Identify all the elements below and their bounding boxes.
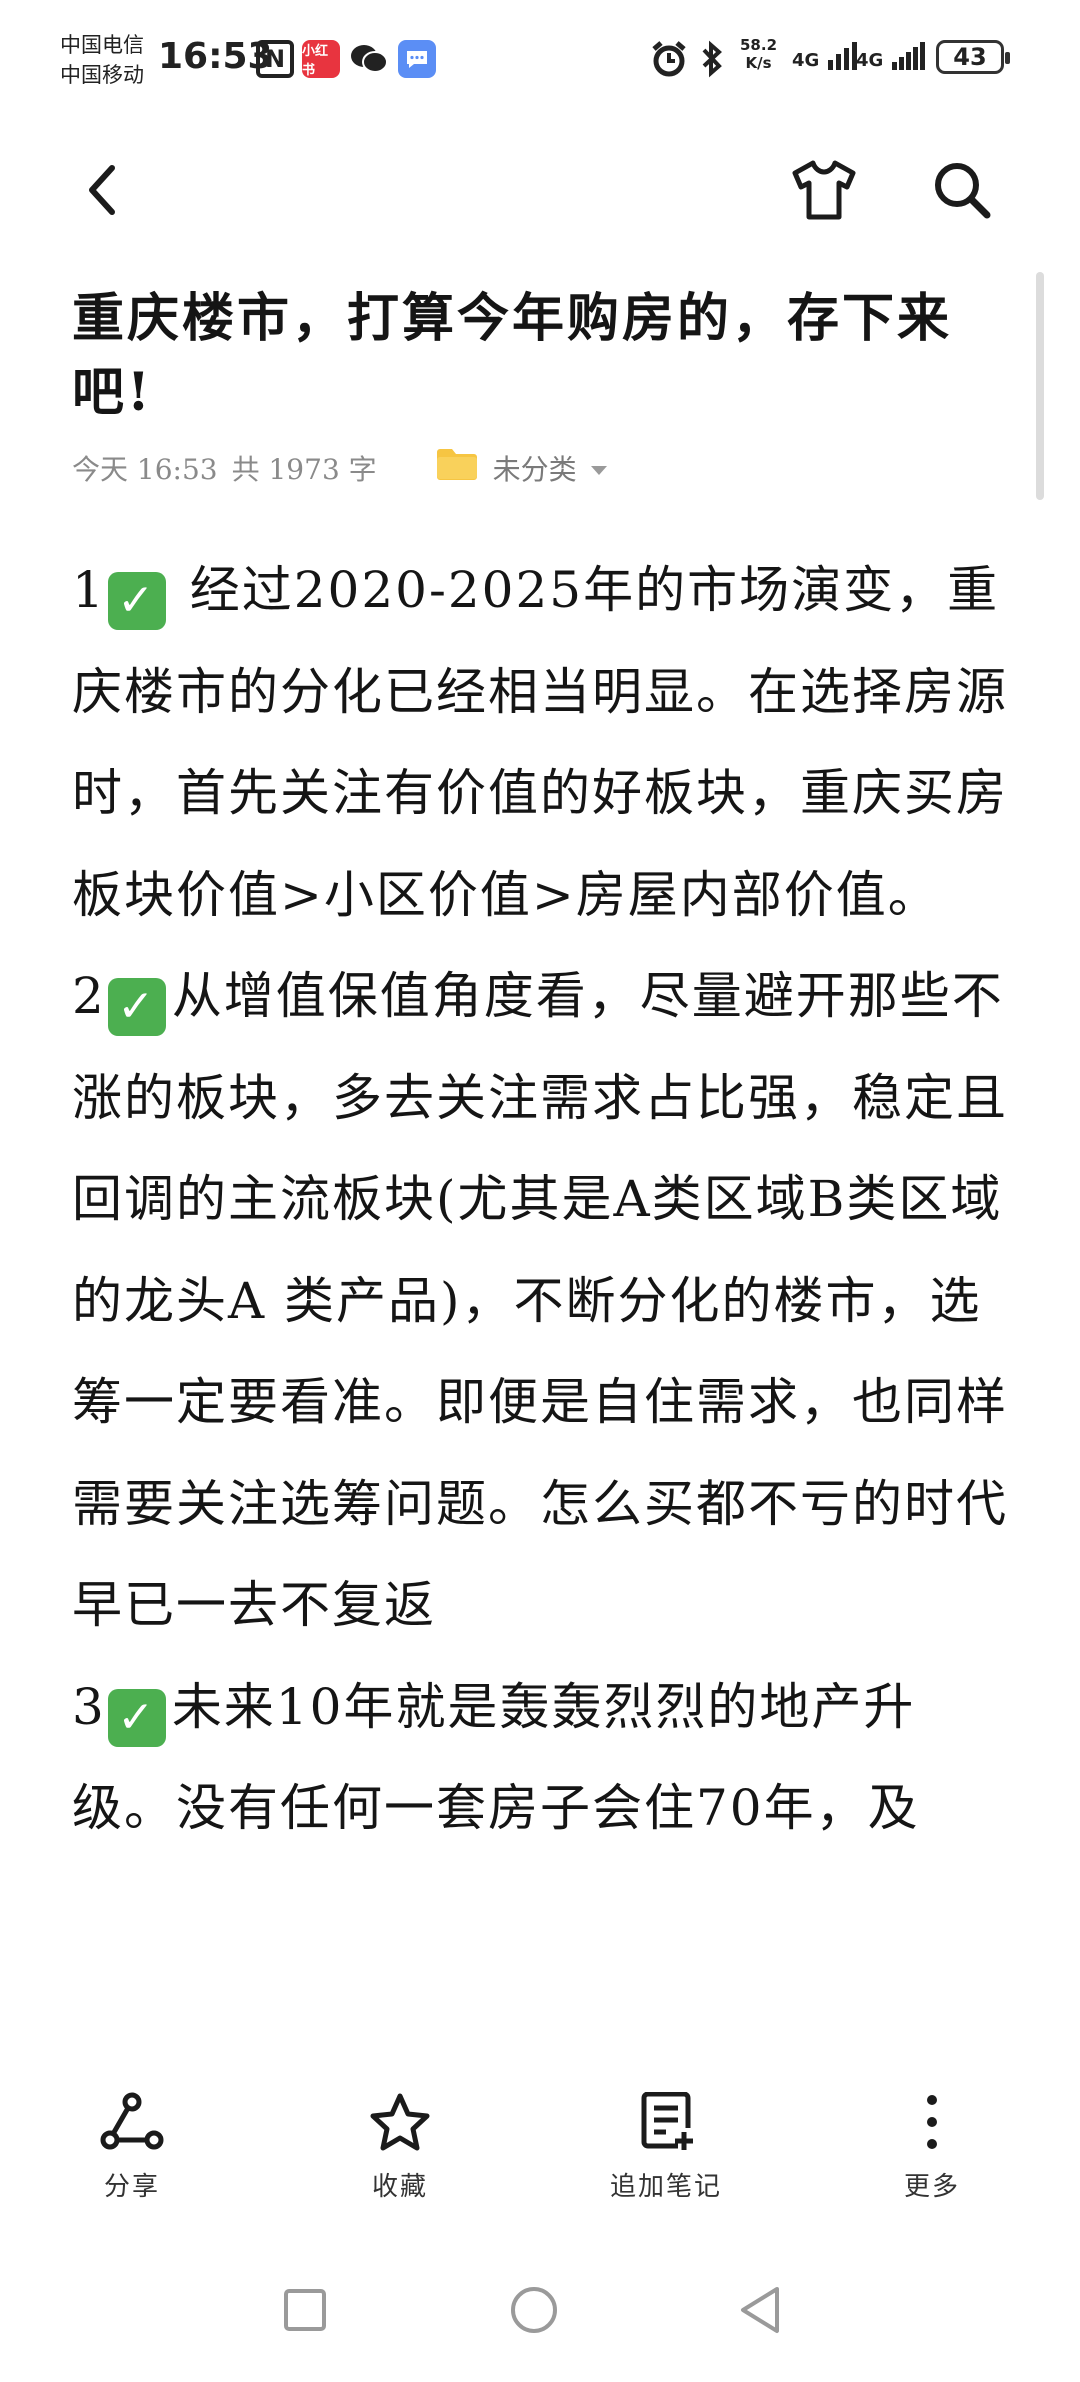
xiaohongshu-icon: 小红书: [302, 40, 340, 78]
battery-indicator: 43: [936, 40, 1010, 74]
bottom-action-bar: 分享 收藏 追加笔记 更多: [0, 2070, 1080, 2230]
category-selector[interactable]: 未分类: [493, 448, 577, 488]
favorite-button[interactable]: 收藏: [300, 2070, 500, 2230]
circle-icon: [511, 2287, 557, 2333]
search-button[interactable]: [912, 140, 1012, 240]
append-note-button[interactable]: 追加笔记: [566, 2070, 766, 2230]
share-button[interactable]: 分享: [32, 2070, 232, 2230]
folder-icon: [435, 446, 479, 489]
recents-button[interactable]: [265, 2270, 345, 2350]
more-vertical-icon: [927, 2095, 937, 2149]
word-count: 共 1973 字: [231, 452, 377, 486]
carrier-info: 中国电信 中国移动: [60, 30, 144, 90]
check-mark-icon: ✓: [107, 978, 166, 1036]
note-add-icon: [641, 2092, 693, 2150]
caret-down-icon[interactable]: [589, 451, 609, 484]
alarm-icon: [650, 40, 688, 82]
signal-1: 4G: [792, 40, 860, 71]
bluetooth-icon: [700, 40, 724, 82]
share-icon: [100, 2092, 164, 2150]
check-mark-icon: ✓: [107, 1688, 166, 1747]
system-navigation-bar: [0, 2270, 1080, 2382]
scrollbar[interactable]: [1036, 272, 1044, 500]
back-nav-button[interactable]: [720, 2270, 800, 2350]
note-title: 重庆楼市，打算今年购房的，存下来吧!: [72, 288, 953, 423]
favorite-label: 收藏: [371, 2172, 428, 2202]
note-body[interactable]: 1 ✓ 经过2020-2025年的市场演变，重庆楼市的分化已经相当明显。在选择房源…: [72, 540, 1012, 2040]
chevron-left-icon: [89, 165, 115, 215]
search-icon: [935, 163, 991, 219]
share-label: 分享: [103, 2172, 160, 2202]
signal-2: 4G: [856, 40, 930, 71]
carrier-2: 中国移动: [60, 63, 144, 87]
note-date: 今天 16:53: [72, 452, 218, 486]
square-icon: [284, 2289, 326, 2331]
note-meta: 今天 16:53 共 1973 字 未分类: [72, 446, 609, 489]
top-bar: [0, 140, 1080, 240]
more-button[interactable]: 更多: [832, 2070, 1032, 2230]
home-button[interactable]: [494, 2270, 574, 2350]
paragraph-2: 2 ✓ 从增值保值角度看，尽量避开那些不涨的板块，多去关注需求占比强，稳定且回调的主…: [72, 967, 1008, 1634]
message-icon: [398, 40, 436, 78]
triangle-back-icon: [741, 2287, 779, 2333]
status-bar: 中国电信 中国移动 16:53 N 小红书 58.2 K/s 4G 4G 43: [0, 0, 1080, 120]
more-label: 更多: [903, 2172, 960, 2202]
check-mark-icon: ✓: [107, 572, 166, 630]
append-note-label: 追加笔记: [609, 2172, 722, 2202]
back-button[interactable]: [52, 140, 152, 240]
star-icon: [370, 2093, 430, 2151]
paragraph-1: 1 ✓ 经过2020-2025年的市场演变，重庆楼市的分化已经相当明显。在选择房源…: [72, 561, 1008, 924]
nfc-icon: N: [256, 40, 294, 78]
wechat-icon: [350, 40, 388, 78]
paragraph-3: 3 ✓ 未来10年就是轰轰烈烈的地产升级。没有任何一套房子会住70年，及: [72, 1677, 920, 1838]
tshirt-icon: [792, 160, 856, 220]
theme-button[interactable]: [774, 140, 874, 240]
carrier-1: 中国电信: [60, 33, 144, 57]
network-speed: 58.2 K/s: [740, 36, 778, 72]
